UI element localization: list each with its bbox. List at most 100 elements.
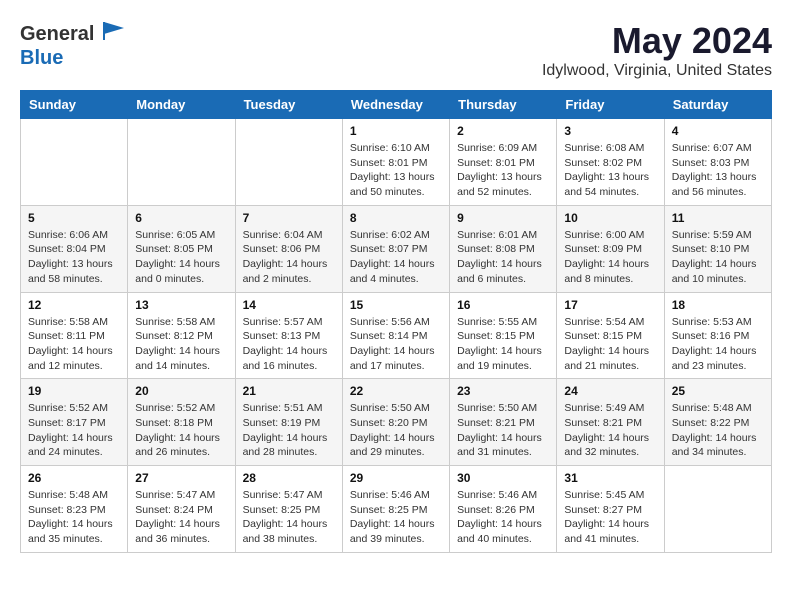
day-info: Sunrise: 6:09 AM Sunset: 8:01 PM Dayligh… bbox=[457, 141, 549, 200]
day-cell: 27 Sunrise: 5:47 AM Sunset: 8:24 PM Dayli… bbox=[128, 466, 235, 553]
day-cell: 11Sunrise: 5:59 AM Sunset: 8:10 PM Dayli… bbox=[664, 205, 771, 292]
day-info: Sunrise: 5:58 AM Sunset: 8:11 PM Dayligh… bbox=[28, 315, 120, 374]
day-cell: 4 Sunrise: 6:07 AM Sunset: 8:03 PM Daylig… bbox=[664, 119, 771, 206]
weekday-header-tuesday: Tuesday bbox=[235, 91, 342, 119]
day-cell: 22Sunrise: 5:50 AM Sunset: 8:20 PM Dayli… bbox=[342, 379, 449, 466]
day-number: 4 bbox=[672, 124, 764, 138]
week-row-2: 5Sunrise: 6:06 AM Sunset: 8:04 PM Daylig… bbox=[21, 205, 772, 292]
weekday-header-thursday: Thursday bbox=[450, 91, 557, 119]
day-cell bbox=[21, 119, 128, 206]
day-cell: 30Sunrise: 5:46 AM Sunset: 8:26 PM Dayli… bbox=[450, 466, 557, 553]
day-cell: 7Sunrise: 6:04 AM Sunset: 8:06 PM Daylig… bbox=[235, 205, 342, 292]
title-block: May 2024 Idylwood, Virginia, United Stat… bbox=[542, 20, 772, 80]
day-cell: 2 Sunrise: 6:09 AM Sunset: 8:01 PM Daylig… bbox=[450, 119, 557, 206]
day-cell bbox=[664, 466, 771, 553]
day-cell: 5Sunrise: 6:06 AM Sunset: 8:04 PM Daylig… bbox=[21, 205, 128, 292]
day-cell: 9Sunrise: 6:01 AM Sunset: 8:08 PM Daylig… bbox=[450, 205, 557, 292]
day-info: Sunrise: 6:02 AM Sunset: 8:07 PM Dayligh… bbox=[350, 228, 442, 287]
day-cell: 19 Sunrise: 5:52 AM Sunset: 8:17 PM Dayli… bbox=[21, 379, 128, 466]
day-info: Sunrise: 5:50 AM Sunset: 8:20 PM Dayligh… bbox=[350, 401, 442, 460]
day-cell: 8 Sunrise: 6:02 AM Sunset: 8:07 PM Daylig… bbox=[342, 205, 449, 292]
day-number: 16 bbox=[457, 298, 549, 312]
day-cell: 18Sunrise: 5:53 AM Sunset: 8:16 PM Dayli… bbox=[664, 292, 771, 379]
day-number: 27 bbox=[135, 471, 227, 485]
day-info: Sunrise: 5:49 AM Sunset: 8:21 PM Dayligh… bbox=[564, 401, 656, 460]
day-info: Sunrise: 5:55 AM Sunset: 8:15 PM Dayligh… bbox=[457, 315, 549, 374]
day-info: Sunrise: 6:00 AM Sunset: 8:09 PM Dayligh… bbox=[564, 228, 656, 287]
weekday-header-row: SundayMondayTuesdayWednesdayThursdayFrid… bbox=[21, 91, 772, 119]
day-info: Sunrise: 5:52 AM Sunset: 8:17 PM Dayligh… bbox=[28, 401, 120, 460]
day-info: Sunrise: 5:50 AM Sunset: 8:21 PM Dayligh… bbox=[457, 401, 549, 460]
day-cell: 13 Sunrise: 5:58 AM Sunset: 8:12 PM Dayli… bbox=[128, 292, 235, 379]
day-info: Sunrise: 6:01 AM Sunset: 8:08 PM Dayligh… bbox=[457, 228, 549, 287]
day-cell: 17Sunrise: 5:54 AM Sunset: 8:15 PM Dayli… bbox=[557, 292, 664, 379]
day-info: Sunrise: 5:47 AM Sunset: 8:24 PM Dayligh… bbox=[135, 488, 227, 547]
day-number: 15 bbox=[350, 298, 442, 312]
day-info: Sunrise: 5:58 AM Sunset: 8:12 PM Dayligh… bbox=[135, 315, 227, 374]
day-number: 13 bbox=[135, 298, 227, 312]
day-cell: 3 Sunrise: 6:08 AM Sunset: 8:02 PM Daylig… bbox=[557, 119, 664, 206]
main-title: May 2024 bbox=[542, 20, 772, 62]
week-row-5: 26Sunrise: 5:48 AM Sunset: 8:23 PM Dayli… bbox=[21, 466, 772, 553]
week-row-4: 19 Sunrise: 5:52 AM Sunset: 8:17 PM Dayli… bbox=[21, 379, 772, 466]
subtitle: Idylwood, Virginia, United States bbox=[542, 62, 772, 80]
day-cell: 16 Sunrise: 5:55 AM Sunset: 8:15 PM Dayli… bbox=[450, 292, 557, 379]
day-info: Sunrise: 5:47 AM Sunset: 8:25 PM Dayligh… bbox=[243, 488, 335, 547]
day-number: 23 bbox=[457, 384, 549, 398]
day-cell: 14 Sunrise: 5:57 AM Sunset: 8:13 PM Dayli… bbox=[235, 292, 342, 379]
day-info: Sunrise: 5:45 AM Sunset: 8:27 PM Dayligh… bbox=[564, 488, 656, 547]
day-number: 14 bbox=[243, 298, 335, 312]
weekday-header-friday: Friday bbox=[557, 91, 664, 119]
day-cell: 10 Sunrise: 6:00 AM Sunset: 8:09 PM Dayli… bbox=[557, 205, 664, 292]
day-number: 1 bbox=[350, 124, 442, 138]
day-info: Sunrise: 5:51 AM Sunset: 8:19 PM Dayligh… bbox=[243, 401, 335, 460]
day-info: Sunrise: 5:52 AM Sunset: 8:18 PM Dayligh… bbox=[135, 401, 227, 460]
day-cell: 12 Sunrise: 5:58 AM Sunset: 8:11 PM Dayli… bbox=[21, 292, 128, 379]
day-info: Sunrise: 5:57 AM Sunset: 8:13 PM Dayligh… bbox=[243, 315, 335, 374]
day-cell: 28 Sunrise: 5:47 AM Sunset: 8:25 PM Dayli… bbox=[235, 466, 342, 553]
day-number: 21 bbox=[243, 384, 335, 398]
day-number: 10 bbox=[564, 211, 656, 225]
logo-general: General bbox=[20, 23, 94, 45]
day-info: Sunrise: 6:08 AM Sunset: 8:02 PM Dayligh… bbox=[564, 141, 656, 200]
day-info: Sunrise: 5:46 AM Sunset: 8:25 PM Dayligh… bbox=[350, 488, 442, 547]
day-number: 12 bbox=[28, 298, 120, 312]
weekday-header-monday: Monday bbox=[128, 91, 235, 119]
day-number: 3 bbox=[564, 124, 656, 138]
day-cell: 15 Sunrise: 5:56 AM Sunset: 8:14 PM Dayli… bbox=[342, 292, 449, 379]
day-number: 11 bbox=[672, 211, 764, 225]
day-info: Sunrise: 5:56 AM Sunset: 8:14 PM Dayligh… bbox=[350, 315, 442, 374]
day-cell: 6Sunrise: 6:05 AM Sunset: 8:05 PM Daylig… bbox=[128, 205, 235, 292]
day-info: Sunrise: 6:04 AM Sunset: 8:06 PM Dayligh… bbox=[243, 228, 335, 287]
day-cell: 21 Sunrise: 5:51 AM Sunset: 8:19 PM Dayli… bbox=[235, 379, 342, 466]
day-number: 20 bbox=[135, 384, 227, 398]
week-row-1: 1 Sunrise: 6:10 AM Sunset: 8:01 PM Daylig… bbox=[21, 119, 772, 206]
day-info: Sunrise: 6:07 AM Sunset: 8:03 PM Dayligh… bbox=[672, 141, 764, 200]
day-info: Sunrise: 5:48 AM Sunset: 8:23 PM Dayligh… bbox=[28, 488, 120, 547]
day-number: 5 bbox=[28, 211, 120, 225]
logo-blue: Blue bbox=[20, 47, 63, 69]
day-number: 25 bbox=[672, 384, 764, 398]
day-cell: 29 Sunrise: 5:46 AM Sunset: 8:25 PM Dayli… bbox=[342, 466, 449, 553]
day-number: 28 bbox=[243, 471, 335, 485]
day-number: 29 bbox=[350, 471, 442, 485]
day-info: Sunrise: 5:48 AM Sunset: 8:22 PM Dayligh… bbox=[672, 401, 764, 460]
day-info: Sunrise: 5:54 AM Sunset: 8:15 PM Dayligh… bbox=[564, 315, 656, 374]
day-cell: 1 Sunrise: 6:10 AM Sunset: 8:01 PM Daylig… bbox=[342, 119, 449, 206]
day-cell: 26Sunrise: 5:48 AM Sunset: 8:23 PM Dayli… bbox=[21, 466, 128, 553]
day-number: 8 bbox=[350, 211, 442, 225]
day-cell: 24Sunrise: 5:49 AM Sunset: 8:21 PM Dayli… bbox=[557, 379, 664, 466]
day-cell: 25 Sunrise: 5:48 AM Sunset: 8:22 PM Dayli… bbox=[664, 379, 771, 466]
weekday-header-sunday: Sunday bbox=[21, 91, 128, 119]
week-row-3: 12 Sunrise: 5:58 AM Sunset: 8:11 PM Dayli… bbox=[21, 292, 772, 379]
calendar-table: SundayMondayTuesdayWednesdayThursdayFrid… bbox=[20, 90, 772, 553]
day-number: 19 bbox=[28, 384, 120, 398]
day-info: Sunrise: 5:46 AM Sunset: 8:26 PM Dayligh… bbox=[457, 488, 549, 547]
weekday-header-saturday: Saturday bbox=[664, 91, 771, 119]
day-number: 18 bbox=[672, 298, 764, 312]
day-number: 6 bbox=[135, 211, 227, 225]
day-number: 2 bbox=[457, 124, 549, 138]
day-number: 31 bbox=[564, 471, 656, 485]
day-info: Sunrise: 6:10 AM Sunset: 8:01 PM Dayligh… bbox=[350, 141, 442, 200]
logo-flag-icon bbox=[102, 20, 126, 40]
